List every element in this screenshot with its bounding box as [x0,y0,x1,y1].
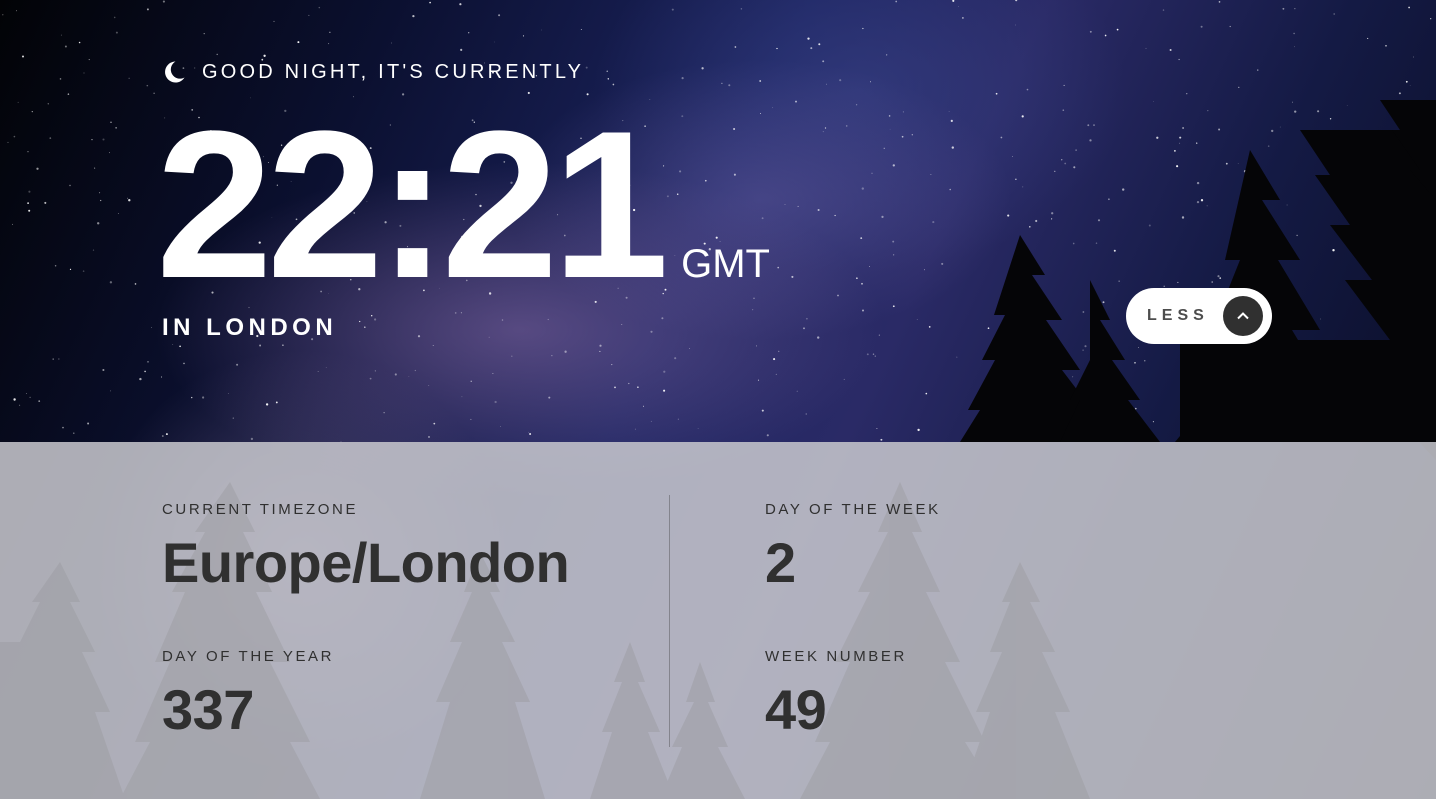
moon-icon [165,61,185,83]
day-of-week-info: DAY OF THE WEEK 2 [765,502,941,591]
greeting: GOOD NIGHT, IT'S CURRENTLY [162,58,584,86]
week-number-label: WEEK NUMBER [765,648,907,665]
day-of-week-value: 2 [765,531,796,594]
day-of-week-label: DAY OF THE WEEK [765,501,941,518]
day-of-year-label: DAY OF THE YEAR [162,648,335,665]
timezone-value: Europe/London [162,531,570,594]
less-button-label: LESS [1147,307,1209,324]
timezone-info: CURRENT TIMEZONE Europe/London [162,501,570,594]
week-number-info: WEEK NUMBER 49 [765,649,907,738]
details-panel: CURRENT TIMEZONE Europe/London DAY OF TH… [0,442,1436,799]
day-of-year-value: 337 [162,678,254,741]
week-number-value: 49 [765,678,827,741]
timezone-abbreviation: GMT [681,242,770,286]
current-time: 22:21 [156,87,669,322]
chevron-up-icon [1223,296,1263,336]
panel-tree-silhouettes [0,482,1090,799]
clock-display: 22:21 GMT [156,100,770,310]
clock-app: GOOD NIGHT, IT'S CURRENTLY 22:21 GMT IN … [0,0,1436,799]
panel-divider [669,495,670,747]
less-button[interactable]: LESS [1126,288,1272,344]
timezone-label: CURRENT TIMEZONE [162,501,359,518]
greeting-text: GOOD NIGHT, IT'S CURRENTLY [202,60,585,83]
day-of-year-info: DAY OF THE YEAR 337 [162,649,334,738]
location-label: IN LONDON [162,314,338,341]
